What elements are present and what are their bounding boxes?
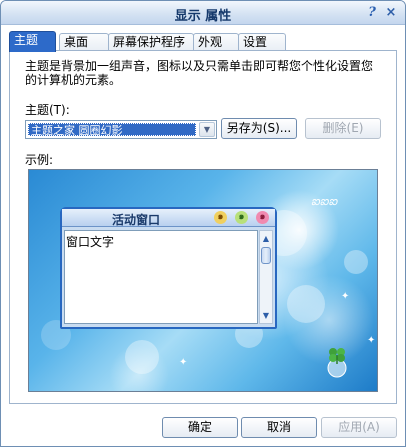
preview-window-title: 活动窗口 — [112, 213, 161, 227]
tab-desktop[interactable]: 桌面 — [59, 33, 109, 51]
maximize-icon: ๑ — [235, 211, 248, 224]
sparkle: ✦ — [367, 335, 376, 346]
preview-scrollbar: ▲ ▼ — [259, 230, 273, 324]
tab-settings[interactable]: 设置 — [238, 33, 286, 51]
theme-description: 主题是背景加一组声音，图标以及只需单击即可帮您个性化设置您的计算机的元素。 — [25, 59, 374, 87]
preview-active-window: 活动窗口 ๑ ๑ ๑ 窗口文字 ▲ ▼ — [60, 207, 277, 329]
title-bar[interactable]: 显示 属性 ? × — [1, 1, 405, 25]
preview-window-titlebar: 活动窗口 ๑ ๑ ๑ — [62, 209, 275, 227]
save-as-button[interactable]: 另存为(S)... — [221, 118, 297, 139]
clover-icon — [327, 348, 347, 378]
sample-label: 示例: — [25, 153, 54, 167]
dropdown-arrow-icon[interactable]: ▼ — [199, 122, 215, 137]
apply-button[interactable]: 应用(A) — [321, 417, 397, 438]
theme-preview: ✦ ✦ ✦ ✦ ఐఐఐ 活动窗口 ๑ ๑ ๑ 窗口文字 ▲ — [28, 169, 378, 392]
tab-themes[interactable]: 主题 — [9, 31, 56, 52]
window-close-icon: ๑ — [256, 211, 269, 224]
ok-button[interactable]: 确定 — [162, 417, 238, 438]
bokeh-circle — [287, 285, 325, 323]
bokeh-circle — [344, 250, 368, 274]
display-properties-dialog: 显示 属性 ? × 主题 桌面 屏幕保护程序 外观 设置 主题是背景加一组声音，… — [0, 0, 406, 447]
sparkle: ✦ — [179, 357, 188, 368]
bokeh-circle — [125, 340, 159, 374]
theme-dropdown[interactable]: 主题之家 圆圈幻影 ▼ — [25, 120, 217, 139]
tab-screensaver[interactable]: 屏幕保护程序 — [108, 33, 194, 51]
theme-label: 主题(T): — [25, 103, 70, 117]
preview-window-body: 窗口文字 — [64, 230, 258, 324]
sparkle: ✦ — [341, 291, 350, 302]
delete-button[interactable]: 删除(E) — [305, 118, 381, 139]
scroll-up-icon: ▲ — [262, 234, 270, 243]
wallpaper-text: ఐఐఐ — [311, 194, 338, 208]
preview-window-text: 窗口文字 — [66, 235, 115, 249]
window-title: 显示 属性 — [174, 9, 232, 24]
theme-dropdown-value: 主题之家 圆圈幻影 — [28, 123, 196, 137]
help-icon[interactable]: ? — [365, 5, 379, 21]
tab-appearance[interactable]: 外观 — [193, 33, 239, 51]
scroll-down-icon: ▼ — [262, 311, 270, 320]
cancel-button[interactable]: 取消 — [241, 417, 317, 438]
minimize-icon: ๑ — [214, 211, 227, 224]
close-icon[interactable]: × — [384, 6, 398, 20]
scroll-thumb — [261, 247, 271, 264]
